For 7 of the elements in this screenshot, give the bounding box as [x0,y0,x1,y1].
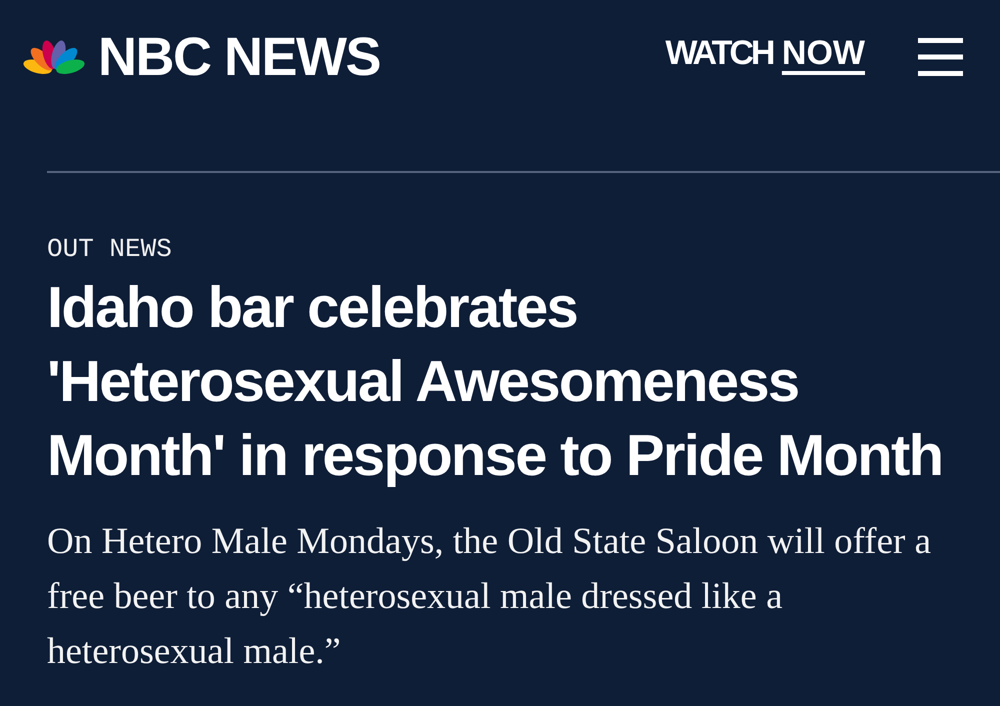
headline: Idaho bar celebrates 'Heterosexual Awesomeness Month' in response to Pride Month [47,274,944,490]
watch-now-link[interactable]: WATCH NOW [665,36,865,78]
summary-text: On Hetero Male Mondays, the Old State Saloon will offer a free beer to any “heterosexual male dressed like a heterosexual male.” [47,520,932,674]
section-label: OUT NEWS [47,234,173,264]
logo-text[interactable]: NBC NEWS [98,30,380,84]
menu-icon[interactable] [918,38,963,76]
peacock-logo-icon[interactable] [22,39,86,75]
